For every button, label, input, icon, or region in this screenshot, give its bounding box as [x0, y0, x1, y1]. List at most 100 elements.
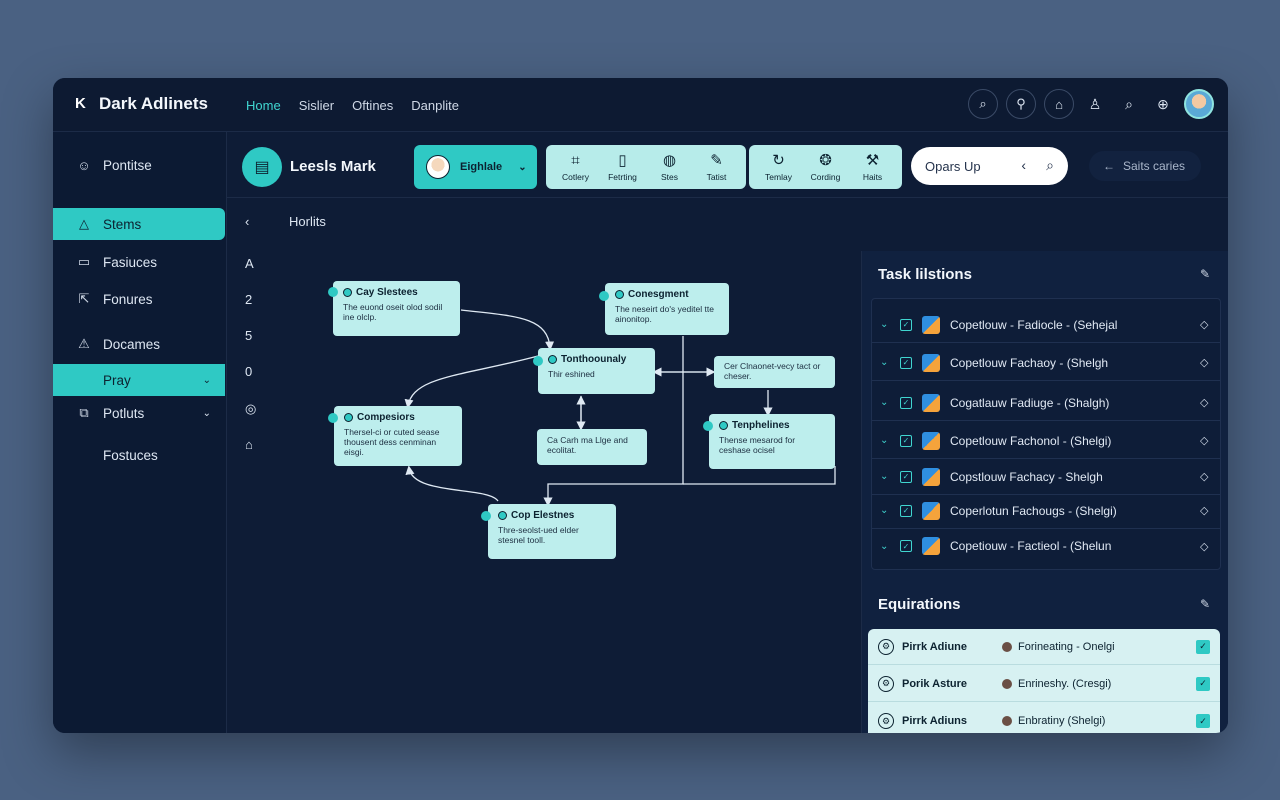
checkbox[interactable]: ✓ [1196, 639, 1210, 654]
app-icon [922, 393, 940, 412]
arrow-left-icon: ← [1103, 159, 1115, 173]
diamond-icon[interactable]: ◇ [1200, 504, 1220, 517]
diamond-icon[interactable]: ◇ [1200, 470, 1220, 483]
tool-group-secondary: ↻ Temlay ❂ Cording ⚒ Haits [749, 145, 902, 189]
tool-cotlery[interactable]: ⌗ Cotlery [552, 152, 599, 182]
diagram-node[interactable]: Ca Carh ma Llge and ecolitat. [537, 429, 647, 465]
diamond-icon[interactable]: ◇ [1200, 434, 1220, 447]
list-item[interactable]: ⚙ Pirrk Adiuns Enbratiny (Shelgi) ✓ [868, 703, 1220, 733]
chevron-down-icon[interactable]: ⌄ [880, 541, 900, 552]
gallery-icon: ⧉ [79, 405, 89, 420]
tool-haits[interactable]: ⚒ Haits [849, 152, 896, 182]
sidebar-item-pontitse[interactable]: ☺ Pontitse [53, 149, 225, 181]
subnav-item[interactable]: ◎ [245, 401, 256, 417]
diagram-node[interactable]: Tenphelines Thense mesarod for ceshase o… [709, 414, 835, 469]
subnav-item[interactable]: 2 [245, 292, 252, 307]
chevron-down-icon[interactable]: ⌄ [880, 357, 900, 368]
search-icon[interactable]: ⌕ [968, 89, 998, 119]
tool-fetrting[interactable]: ▯ Fetrting [599, 152, 646, 182]
sidebar-item-fasiuces[interactable]: ▭ Fasiuces [53, 246, 225, 278]
list-item[interactable]: ⚙ Pirrk Adiune Forineating - Onelgi ✓ [868, 629, 1220, 665]
nav-danplite[interactable]: Danplite [411, 98, 459, 113]
search-icon[interactable]: ⌕ [1046, 157, 1054, 174]
subnav-item[interactable]: 0 [245, 364, 252, 379]
chevron-down-icon[interactable]: ⌄ [880, 319, 900, 330]
sidebar-item-fostuces[interactable]: Fostuces [53, 439, 225, 471]
back-icon[interactable]: ‹ [245, 214, 249, 229]
lock-icon[interactable]: ⊕ [1150, 89, 1176, 119]
diagram-node[interactable]: Cay Slestees The euond oseit olod sodil … [333, 281, 460, 336]
task-list: ⌄ ✓ Copetlouw - Fadiocle - (Sehejal ◇ ⌄ … [871, 298, 1221, 570]
bag-icon[interactable]: ⌂ [1044, 89, 1074, 119]
chevron-left-icon[interactable]: ‹ [1021, 157, 1026, 173]
search-input[interactable]: Opars Up ‹ ⌕ [911, 147, 1068, 185]
app-title: Dark Adlinets [99, 94, 208, 113]
chevron-down-icon[interactable]: ⌄ [880, 505, 900, 516]
node-port [599, 291, 609, 301]
settings-button[interactable]: ← Saits caries [1089, 151, 1201, 181]
checkbox[interactable]: ✓ [900, 470, 912, 483]
task-row[interactable]: ⌄ ✓ Copetlouw Fachonol - (Shelgi) ◇ [872, 423, 1220, 459]
checkbox[interactable]: ✓ [900, 356, 912, 369]
diagram-node[interactable]: Conesgment The neseirt do's yeditel tte … [605, 283, 729, 335]
checkbox[interactable]: ✓ [900, 434, 912, 447]
sidebar-item-docames[interactable]: ⚠ Docames [53, 328, 225, 360]
avatar[interactable] [1184, 89, 1214, 119]
diagram-node[interactable]: Cer Clnaonet-vecy tact or cheser. [714, 356, 835, 388]
subnav-item[interactable]: ⌂ [245, 437, 253, 452]
diamond-icon[interactable]: ◇ [1200, 396, 1220, 409]
checkbox[interactable]: ✓ [900, 504, 912, 517]
list-item[interactable]: ⚙ Porik Asture Enrineshy. (Cresgi) ✓ [868, 666, 1220, 702]
diagram-node[interactable]: Cop Elestnes Thre-seolst-ued elder stesn… [488, 504, 616, 559]
main-nav: Home Sislier Oftines Danplite [246, 98, 459, 113]
checkbox[interactable]: ✓ [1196, 676, 1210, 691]
chevron-down-icon[interactable]: ⌄ [880, 435, 900, 446]
right-panel: Task lilstions ✎ ⌄ ✓ Copetlouw - Fadiocl… [861, 251, 1228, 733]
checkbox[interactable]: ✓ [900, 318, 912, 331]
tool-temlay[interactable]: ↻ Temlay [755, 152, 802, 182]
account-icon[interactable]: ♙ [1082, 89, 1108, 119]
tasks-title: Task lilstions [878, 266, 972, 283]
tool-cording[interactable]: ❂ Cording [802, 152, 849, 182]
profile-icon[interactable]: ▤ [242, 147, 282, 187]
nav-sislier[interactable]: Sislier [299, 98, 334, 113]
checkbox[interactable]: ✓ [900, 396, 912, 409]
tool-stes[interactable]: ◍ Stes [646, 152, 693, 182]
subnav-item[interactable]: A [245, 256, 254, 271]
tool-tatist[interactable]: ✎ Tatist [693, 152, 740, 182]
diagram-node[interactable]: Tonthoounaly Thir eshined [538, 348, 655, 394]
diagram-node[interactable]: Compesiors Thersel-ci or cuted sease tho… [334, 406, 462, 466]
node-icon [719, 421, 728, 430]
task-row[interactable]: ⌄ ✓ Copetiouw - Factieol - (Shelun ◇ [872, 528, 1220, 564]
diamond-icon[interactable]: ◇ [1200, 318, 1220, 331]
sidebar-item-fonures[interactable]: ⇱ Fonures [53, 283, 225, 315]
edit-icon[interactable]: ✎ [1200, 597, 1210, 611]
chevron-down-icon[interactable]: ⌄ [880, 397, 900, 408]
sidebar-item-stems[interactable]: △ Stems [53, 208, 225, 240]
sub-nav: ‹ A 2 5 0 ◎ ⌂ [227, 198, 287, 518]
brand[interactable]: K Dark Adlinets [75, 94, 208, 114]
task-row[interactable]: ⌄ ✓ Cogatlauw Fadiuge - (Shalgh) ◇ [872, 385, 1220, 421]
avatar [1002, 641, 1012, 652]
task-row[interactable]: ⌄ ✓ Copstlouw Fachacy - Shelgh ◇ [872, 459, 1220, 495]
diamond-icon[interactable]: ◇ [1200, 356, 1220, 369]
user-icon[interactable]: ⚲ [1006, 89, 1036, 119]
sidebar: ☺ Pontitse △ Stems ▭ Fasiuces ⇱ Fonures … [53, 132, 227, 733]
sidebar-item-pray[interactable]: Pray ⌄ [53, 364, 225, 396]
tool-group-primary: ⌗ Cotlery ▯ Fetrting ◍ Stes ✎ Tatist [546, 145, 746, 189]
app-icon [922, 353, 940, 372]
nav-oftines[interactable]: Oftines [352, 98, 393, 113]
task-row[interactable]: ⌄ ✓ Coperlotun Fachougs - (Shelgi) ◇ [872, 493, 1220, 529]
task-row[interactable]: ⌄ ✓ Copetlouw - Fadiocle - (Sehejal ◇ [872, 307, 1220, 343]
chevron-down-icon[interactable]: ⌄ [880, 471, 900, 482]
task-row[interactable]: ⌄ ✓ Copetlouw Fachaoy - (Shelgh ◇ [872, 345, 1220, 381]
search-small-icon[interactable]: ⌕ [1116, 89, 1142, 119]
user-dropdown[interactable]: Eighlale ⌄ [414, 145, 537, 189]
checkbox[interactable]: ✓ [900, 540, 912, 552]
edit-icon[interactable]: ✎ [1200, 267, 1210, 281]
subnav-item[interactable]: 5 [245, 328, 252, 343]
sidebar-item-potluts[interactable]: ⧉ Potluts ⌄ [53, 397, 225, 429]
diamond-icon[interactable]: ◇ [1200, 540, 1220, 553]
checkbox[interactable]: ✓ [1196, 714, 1210, 728]
nav-home[interactable]: Home [246, 98, 281, 113]
